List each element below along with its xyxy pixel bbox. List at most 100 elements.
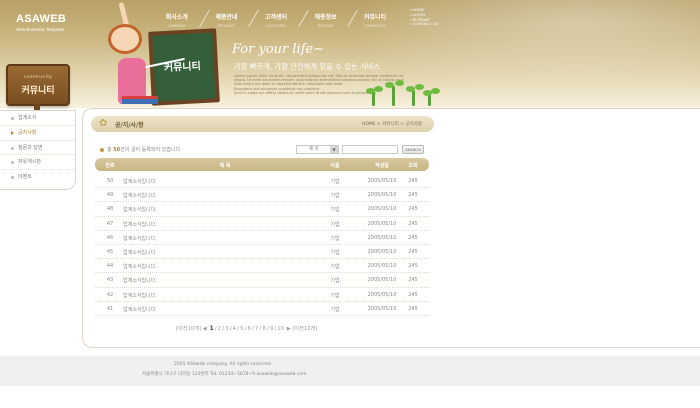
cell-hits: 245	[408, 206, 418, 213]
pager-prev-10[interactable]: [이전10개]	[176, 326, 201, 332]
cell-date: 2005/05/10	[367, 234, 397, 241]
nav-item-product[interactable]: 제품안내 PRODUCT	[202, 10, 260, 30]
footer-copyright: 2005 ASAweb company. All rights reserved…	[174, 362, 273, 367]
cell-hits: 245	[408, 234, 418, 241]
sprout-stem	[412, 90, 415, 106]
search-button[interactable]: SEARCH	[402, 145, 424, 154]
footer	[0, 356, 700, 386]
cell-no: 49	[106, 192, 114, 199]
sidebar-item-qna[interactable]: 질문과 답변	[0, 141, 75, 156]
cell-name: 기업	[330, 306, 340, 313]
cell-title-link[interactable]: 업계소식입니다.	[123, 277, 323, 284]
community-sign: community 커뮤니티	[6, 64, 70, 106]
sidebar-item-label: 업계소식	[18, 115, 37, 121]
page-title: 공/지/사/항	[115, 122, 144, 129]
pager-page[interactable]: 5	[240, 326, 243, 332]
cell-date: 2005/05/10	[367, 305, 397, 312]
pager-next-10[interactable]: [이전10개]	[292, 326, 317, 332]
column-header-name: 이름	[330, 163, 340, 169]
hero-slogan: For your life~	[232, 42, 325, 57]
sidebar-menu: 업계소식 공지사항 질문과 답변 자유게시판 이벤트	[0, 110, 76, 190]
girl-head-illustration	[108, 24, 142, 54]
footer-address: 서울특별시 가나구 다라동 123번지 Tel. 01234~5678~9 as…	[142, 372, 307, 377]
table-row: 48 업계소식입니다. 기업 2005/05/10 245	[95, 202, 429, 217]
cell-title-link[interactable]: 업계소식입니다.	[123, 192, 323, 199]
nav-item-community[interactable]: 커뮤니티 COMMUNITY	[350, 10, 400, 30]
search-input[interactable]	[342, 145, 398, 154]
cell-title-link[interactable]: 업계소식입니다.	[123, 235, 323, 242]
cell-no: 46	[106, 234, 114, 241]
pagination: [이전10개] ◀ 1/2/3/4/5/6/7/8/9/10 ▶ [이전10개]	[176, 325, 318, 332]
cell-hits: 245	[408, 248, 418, 255]
arrow-right-icon	[11, 130, 14, 135]
cell-hits: 245	[408, 178, 418, 184]
cell-name: 기업	[330, 235, 340, 242]
pager-page[interactable]: 7	[255, 326, 258, 332]
chevron-down-icon: ▼	[330, 146, 338, 153]
pager-page[interactable]: 10	[277, 326, 284, 332]
cell-name: 기업	[330, 207, 340, 214]
bullet-icon	[11, 117, 14, 120]
cell-hits: 245	[408, 277, 418, 284]
nav-item-recruit[interactable]: 채용정보 RECRUIT	[301, 10, 359, 30]
cell-title-link[interactable]: 업계소식입니다.	[123, 178, 323, 185]
cell-name: 기업	[330, 221, 340, 228]
community-sign-title: 커뮤니티	[21, 86, 55, 96]
column-header-date: 작성일	[375, 163, 389, 169]
cell-title-link[interactable]: 업계소식입니다.	[123, 306, 323, 313]
nav-item-company[interactable]: 회사소개 COMPANY	[152, 10, 210, 30]
search-field-select[interactable]: 제 목 ▼	[296, 145, 339, 154]
cell-hits: 245	[408, 220, 418, 227]
cell-date: 2005/05/10	[367, 206, 397, 213]
table-row: 45 업계소식입니다. 기업 2005/05/10 245	[95, 245, 429, 260]
nav-label: 커뮤니티	[364, 14, 387, 21]
cell-no: 50	[106, 178, 114, 184]
pager-prev-arrow-icon[interactable]: ◀	[203, 326, 207, 332]
pager-next-arrow-icon[interactable]: ▶	[287, 326, 291, 332]
hero-slogan-sub: 가장 빠르게, 가장 안전하게 믿을 수 있는 서비스	[234, 62, 381, 71]
sprout-stem	[372, 92, 375, 106]
community-sign-small: community	[23, 75, 53, 80]
pager-page[interactable]: 8	[262, 326, 265, 332]
nav-label: 채용정보	[314, 14, 337, 21]
table-body: 50 업계소식입니다. 기업 2005/05/10 245 49 업계소식입니다…	[95, 174, 429, 316]
cell-no: 45	[106, 248, 114, 255]
pager-page[interactable]: 3	[225, 326, 228, 332]
cell-title-link[interactable]: 업계소식입니다.	[123, 292, 323, 299]
cell-no: 48	[106, 206, 114, 213]
pager-page[interactable]: 4	[233, 326, 236, 332]
cell-title-link[interactable]: 업계소식입니다.	[123, 221, 323, 228]
util-link-contact[interactable]: CONTACT US	[410, 22, 439, 27]
site-logo[interactable]: ASAWEB	[16, 13, 66, 25]
pager-page-current[interactable]: 1	[209, 325, 213, 332]
pager-page[interactable]: 9	[270, 326, 273, 332]
cell-title-link[interactable]: 업계소식입니다.	[123, 249, 323, 256]
table-row: 47 업계소식입니다. 기업 2005/05/10 245	[95, 217, 429, 231]
sidebar-item-free-board[interactable]: 자유게시판	[0, 155, 75, 171]
cell-no: 47	[106, 220, 114, 227]
sprout-stem	[392, 86, 395, 106]
sidebar-item-event[interactable]: 이벤트	[0, 170, 75, 185]
table-row: 42 업계소식입니다. 기업 2005/05/10 245	[95, 288, 429, 302]
util-links: HOME LOGIN SITEMAP CONTACT US	[410, 7, 439, 27]
cell-title-link[interactable]: 업계소식입니다.	[123, 263, 323, 270]
nav-item-customer[interactable]: 고객센터 CUSTOMER	[251, 10, 309, 30]
nav-label: 고객센터	[264, 14, 288, 21]
column-header-title: 제 목	[219, 163, 231, 169]
sprout-leaf	[415, 84, 424, 90]
total-count-text: 총 50건의 글이 등록되어 있습니다.	[100, 146, 182, 153]
table-row: 46 업계소식입니다. 기업 2005/05/10 245	[95, 231, 429, 245]
total-suffix: 건의 글이 등록되어 있습니다.	[120, 147, 182, 153]
pager-page[interactable]: 2	[218, 326, 221, 332]
table-row: 49 업계소식입니다. 기업 2005/05/10 245	[95, 188, 429, 203]
cell-hits: 245	[408, 291, 418, 298]
nav-label: 회사소개	[165, 14, 188, 21]
sprout-leaf	[406, 86, 415, 92]
sidebar-item-industry-news[interactable]: 업계소식	[0, 111, 75, 126]
table-row: 50 업계소식입니다. 기업 2005/05/10 245	[95, 174, 429, 189]
cell-title-link[interactable]: 업계소식입니다.	[123, 206, 323, 213]
sprout-leaf	[395, 80, 404, 86]
pager-page[interactable]: 6	[248, 326, 251, 332]
sidebar-item-notice[interactable]: 공지사항	[0, 126, 75, 141]
site-tagline: Web Business Template	[16, 27, 65, 32]
